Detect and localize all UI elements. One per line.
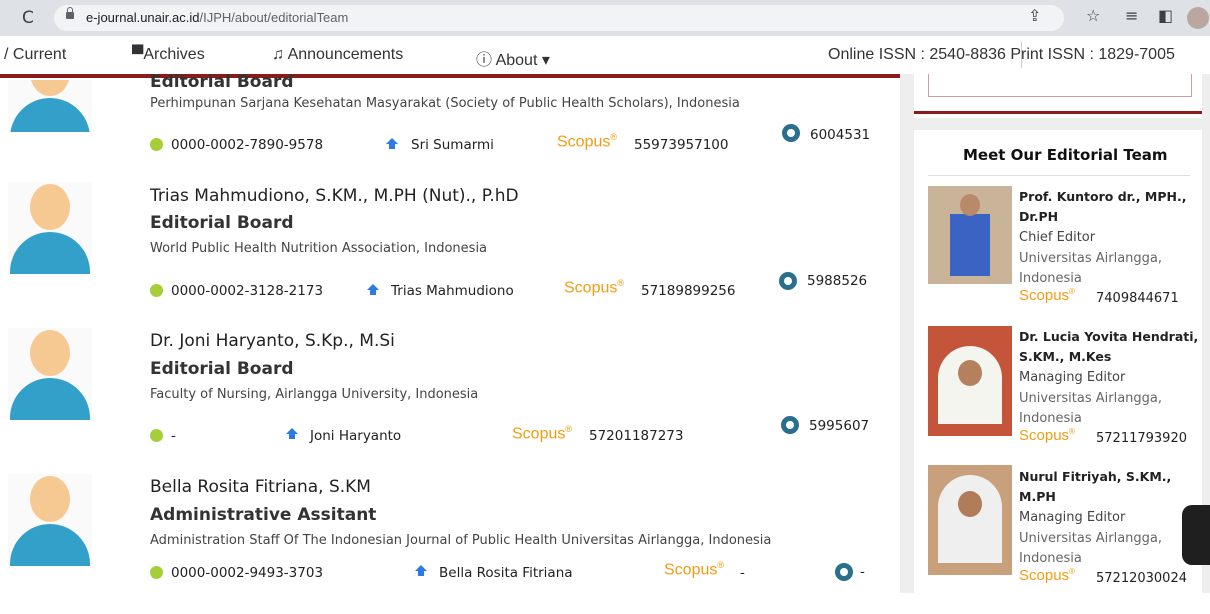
star-icon[interactable]: ☆ (1086, 6, 1100, 25)
avatar (8, 328, 92, 420)
scopus-logo: Scopus® (512, 424, 573, 443)
orcid-icon (150, 284, 163, 297)
member-scopus-id[interactable]: 57211793920 (1096, 431, 1187, 446)
scopus-logo: Scopus® (1019, 567, 1075, 584)
google-scholar-icon (779, 272, 797, 290)
reading-list-icon[interactable]: ≡ (1125, 6, 1138, 25)
editor-entry: Trias Mahmudiono, S.KM., M.PH (Nut)., P.… (0, 182, 900, 322)
scopus-logo: Scopus® (564, 278, 625, 297)
member-role: Chief Editor (1019, 230, 1096, 245)
scopus-id-link[interactable]: 55973957100 (634, 137, 728, 153)
scopus-id-link[interactable]: 57201187273 (589, 428, 683, 444)
reload-icon[interactable]: C (22, 8, 34, 28)
orcid-link[interactable]: 0000-0002-7890-9578 (171, 137, 323, 153)
google-scholar-icon (782, 124, 800, 142)
member-scopus-id[interactable]: 7409844671 (1096, 291, 1179, 306)
orcid-link[interactable]: - (171, 428, 176, 444)
orcid-icon (150, 429, 163, 442)
entry-affiliation: Faculty of Nursing, Airlangga University… (150, 387, 479, 402)
entry-affiliation: World Public Health Nutrition Associatio… (150, 241, 488, 256)
entry-name: Dr. Joni Haryanto, S.Kp., M.Si (150, 331, 395, 351)
avatar (8, 80, 92, 132)
avatar (8, 182, 92, 274)
side-panel-icon[interactable]: ◧ (1158, 6, 1173, 25)
sinta-link[interactable]: Bella Rosita Fitriana (439, 565, 573, 581)
member-photo (928, 465, 1012, 575)
sinta-link[interactable]: Trias Mahmudiono (391, 283, 514, 299)
orcid-icon (150, 566, 163, 579)
gs-id-link[interactable]: - (860, 564, 865, 580)
gs-id-link[interactable]: 5988526 (807, 273, 867, 289)
member-role: Managing Editor (1019, 370, 1126, 385)
editor-entry: Editorial Board Perhimpunan Sarjana Kese… (0, 56, 900, 196)
sinta-icon (386, 138, 399, 150)
address-bar[interactable]: e-journal.unair.ac.id/IJPH/about/editori… (54, 5, 1064, 31)
sidebar-title: Meet Our Editorial Team (963, 146, 1168, 164)
scopus-logo: Scopus® (1019, 427, 1075, 444)
member-scopus-id[interactable]: 57212030024 (1096, 571, 1187, 586)
avatar (8, 474, 92, 566)
orcid-link[interactable]: 0000-0002-9493-3703 (171, 565, 323, 581)
sidebar-divider (928, 175, 1190, 176)
entry-affiliation: Administration Staff Of The Indonesian J… (150, 533, 772, 548)
orcid-link[interactable]: 0000-0002-3128-2173 (171, 283, 323, 299)
entry-name: Trias Mahmudiono, S.KM., M.PH (Nut)., P.… (150, 186, 519, 206)
entry-name: Bella Rosita Fitriana, S.KM (150, 477, 371, 497)
sinta-icon (286, 428, 299, 440)
member-name[interactable]: Nurul Fitriyah, S.KM., M.PH (1019, 467, 1199, 507)
editor-entry: Dr. Joni Haryanto, S.Kp., M.Si Editorial… (0, 328, 900, 468)
gs-id-link[interactable]: 6004531 (810, 127, 870, 143)
floating-widget-button[interactable] (1182, 505, 1210, 565)
sidebar-rule (914, 111, 1202, 114)
scopus-id-link[interactable]: - (740, 565, 745, 581)
sinta-icon (367, 284, 380, 296)
scopus-logo: Scopus® (1019, 287, 1075, 304)
orcid-icon (150, 138, 163, 151)
gs-id-link[interactable]: 5995607 (809, 418, 869, 434)
member-name[interactable]: Prof. Kuntoro dr., MPH., Dr.PH (1019, 187, 1199, 227)
member-photo (928, 326, 1012, 436)
sinta-icon (415, 565, 428, 577)
profile-avatar[interactable] (1187, 7, 1209, 29)
browser-toolbar: C e-journal.unair.ac.id/IJPH/about/edito… (0, 0, 1210, 36)
lock-icon (66, 7, 74, 19)
editor-entry: Bella Rosita Fitriana, S.KM Administrati… (0, 474, 900, 614)
member-affiliation: Universitas Airlangga, Indonesia (1019, 251, 1163, 286)
share-icon[interactable]: ⇪ (1028, 6, 1041, 25)
entry-role: Editorial Board (150, 72, 294, 92)
member-affiliation: Universitas Airlangga, Indonesia (1019, 531, 1163, 566)
sinta-link[interactable]: Sri Sumarmi (411, 137, 494, 153)
member-role: Managing Editor (1019, 510, 1126, 525)
member-photo (928, 186, 1012, 284)
google-scholar-icon (835, 563, 853, 581)
sinta-link[interactable]: Joni Haryanto (310, 428, 401, 444)
url-text: e-journal.unair.ac.id/IJPH/about/editori… (86, 10, 349, 25)
member-name[interactable]: Dr. Lucia Yovita Hendrati, S.KM., M.Kes (1019, 327, 1199, 367)
entry-role: Editorial Board (150, 213, 294, 233)
nav-divider (1021, 42, 1022, 68)
scopus-logo: Scopus® (557, 132, 618, 151)
google-scholar-icon (781, 416, 799, 434)
scopus-logo: Scopus® (664, 560, 725, 579)
member-affiliation: Universitas Airlangga, Indonesia (1019, 391, 1163, 426)
entry-role: Administrative Assitant (150, 505, 377, 525)
entry-role: Editorial Board (150, 359, 294, 379)
scopus-id-link[interactable]: 57189899256 (641, 283, 735, 299)
entry-affiliation: Perhimpunan Sarjana Kesehatan Masyarakat… (150, 96, 740, 111)
